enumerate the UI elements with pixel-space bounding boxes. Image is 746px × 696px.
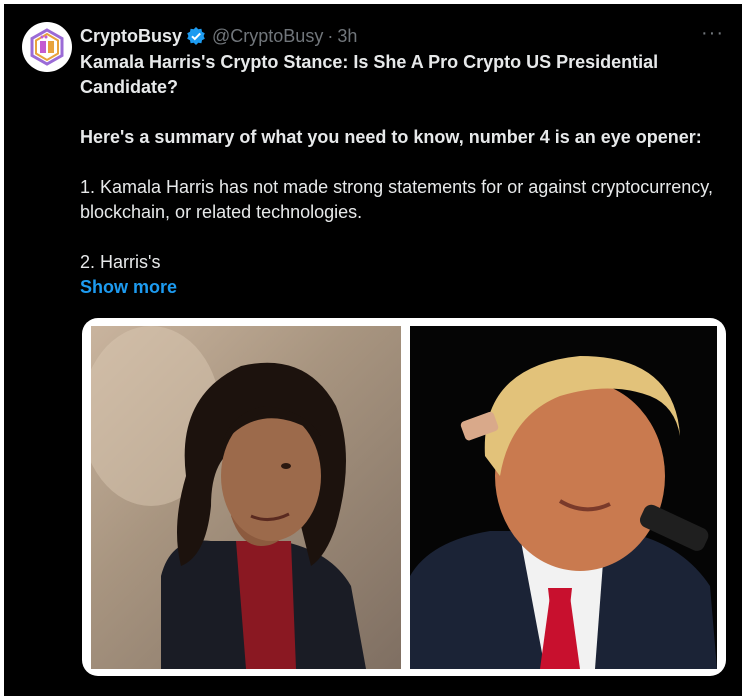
photo-kamala-harris[interactable] — [91, 326, 401, 669]
tweet-card[interactable]: CryptoBusy @CryptoBusy · 3h ··· Kamala H… — [4, 4, 742, 696]
tweet-header: CryptoBusy @CryptoBusy · 3h — [80, 23, 722, 49]
separator-dot: · — [327, 25, 334, 46]
avatar[interactable] — [22, 22, 72, 72]
tweet-summary-intro: Here's a summary of what you need to kno… — [80, 127, 702, 147]
timestamp[interactable]: 3h — [337, 26, 357, 47]
photo-donald-trump[interactable] — [410, 326, 717, 669]
tweet-headline: Kamala Harris's Crypto Stance: Is She A … — [80, 52, 659, 97]
more-options-icon[interactable]: ··· — [701, 23, 724, 43]
tweet-media[interactable] — [82, 318, 726, 676]
cryptobusy-logo-icon — [30, 28, 64, 66]
tweet-point-1: 1. Kamala Harris has not made strong sta… — [80, 177, 713, 222]
verified-badge-icon — [186, 26, 206, 46]
show-more-link[interactable]: Show more — [80, 275, 730, 300]
author-name[interactable]: CryptoBusy — [80, 26, 182, 47]
tweet-point-2: 2. Harris's — [80, 252, 161, 272]
tweet-text: Kamala Harris's Crypto Stance: Is She A … — [80, 50, 730, 300]
author-handle[interactable]: @CryptoBusy — [212, 26, 323, 47]
